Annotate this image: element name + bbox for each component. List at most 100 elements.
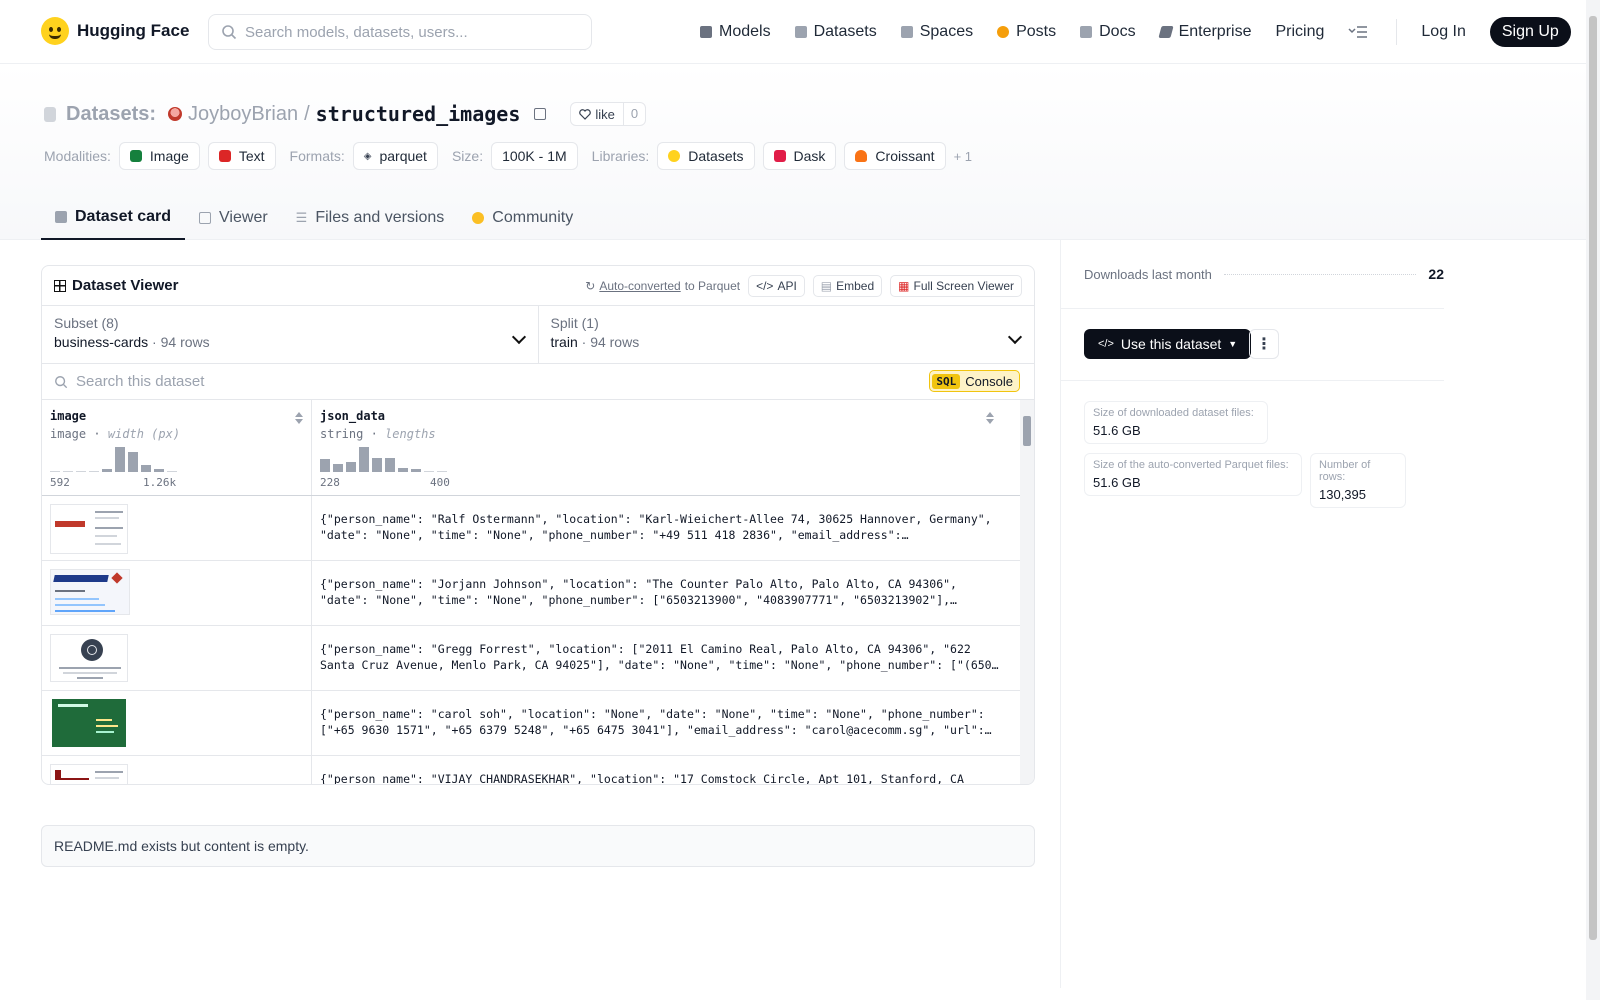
histogram-bar[interactable] xyxy=(411,469,421,472)
histogram-bar[interactable] xyxy=(128,452,138,472)
histogram-bar[interactable] xyxy=(154,469,164,472)
json-cell[interactable]: {"person_name": "VIJAY CHANDRASEKHAR", "… xyxy=(312,756,1016,784)
histogram-bar[interactable] xyxy=(89,471,99,472)
split-value: train · 94 rows xyxy=(550,334,640,350)
histogram-bar[interactable] xyxy=(141,465,151,472)
copy-icon[interactable] xyxy=(534,108,547,120)
brand-link[interactable]: Hugging Face xyxy=(41,17,189,45)
nav-models[interactable]: Models xyxy=(700,23,771,41)
tag-dask[interactable]: Dask xyxy=(762,142,837,170)
tab-files[interactable]: ☰ Files and versions xyxy=(282,195,459,240)
tab-community[interactable]: Community xyxy=(458,195,587,240)
business-card-thumbnail[interactable] xyxy=(52,699,126,747)
json-cell[interactable]: {"person_name": "Gregg Forrest", "locati… xyxy=(312,626,1016,690)
nav-enterprise[interactable]: Enterprise xyxy=(1157,23,1251,41)
posts-icon xyxy=(997,26,1010,38)
table-row[interactable]: {"person_name": "Jorjann Johnson", "loca… xyxy=(42,561,1034,626)
page-scrollbar[interactable] xyxy=(1586,0,1600,1000)
docs-icon xyxy=(1080,26,1093,38)
global-search[interactable] xyxy=(208,14,592,50)
histogram-bar[interactable] xyxy=(372,458,382,472)
tag-text[interactable]: Text xyxy=(207,142,276,170)
sql-console-button[interactable]: SQL Console xyxy=(929,370,1020,392)
tag-image[interactable]: Image xyxy=(118,142,200,170)
image-cell[interactable] xyxy=(42,756,312,784)
tab-viewer[interactable]: Viewer xyxy=(185,195,282,240)
column-header-image[interactable]: image image · width (px) 592 1.26k xyxy=(42,400,312,495)
breadcrumb-section[interactable]: Datasets: xyxy=(66,103,156,126)
image-cell[interactable] xyxy=(42,561,312,625)
more-libraries[interactable]: + 1 xyxy=(954,149,972,164)
sidebar-divider xyxy=(1060,380,1444,381)
histogram-bar[interactable] xyxy=(115,447,125,472)
api-button[interactable]: </> API xyxy=(748,275,805,297)
table-icon xyxy=(199,211,212,224)
table-row[interactable]: {"person_name": "Ralf Ostermann", "locat… xyxy=(42,496,1034,561)
nav-more-menu[interactable] xyxy=(1348,25,1368,39)
table-scrollbar[interactable] xyxy=(1020,400,1034,784)
like-button[interactable]: like xyxy=(571,107,623,122)
histogram-bar[interactable] xyxy=(385,458,395,472)
embed-label: Embed xyxy=(836,279,875,293)
auto-converted-link[interactable]: Auto-converted xyxy=(599,279,680,293)
business-card-thumbnail[interactable] xyxy=(50,764,128,784)
tag-datasets-lib[interactable]: Datasets xyxy=(657,142,755,170)
nav-pricing[interactable]: Pricing xyxy=(1275,23,1324,41)
split-select[interactable]: Split (1) train · 94 rows xyxy=(537,306,1035,363)
nav-docs[interactable]: Docs xyxy=(1080,23,1136,41)
tag-size[interactable]: 100K - 1M xyxy=(491,142,578,170)
fullscreen-viewer-button[interactable]: ▦ Full Screen Viewer xyxy=(890,275,1022,297)
histogram-bar[interactable] xyxy=(76,471,86,472)
dataset-viewer: Dataset Viewer ↻ Auto-converted to Parquet… xyxy=(41,265,1035,785)
histogram-bar[interactable] xyxy=(346,462,356,472)
nav-spaces[interactable]: Spaces xyxy=(900,23,973,41)
subset-select[interactable]: Subset (8) business-cards · 94 rows xyxy=(42,306,538,363)
business-card-thumbnail[interactable] xyxy=(50,634,128,682)
table-row[interactable]: {"person_name": "carol soh", "location":… xyxy=(42,691,1034,756)
histogram-bar[interactable] xyxy=(333,464,343,472)
business-card-thumbnail[interactable] xyxy=(50,569,130,615)
histogram-bar[interactable] xyxy=(359,447,369,472)
breadcrumb-owner[interactable]: JoyboyBrian xyxy=(188,103,298,126)
signup-button[interactable]: Sign Up xyxy=(1489,17,1571,47)
sort-icon[interactable] xyxy=(295,412,303,424)
breadcrumb-separator: / xyxy=(304,102,310,125)
tab-dataset-card[interactable]: Dataset card xyxy=(41,195,186,240)
column-header-json-data[interactable]: json_data string · lengths 228 400 xyxy=(312,400,1016,495)
more-options-button[interactable]: ⋮ xyxy=(1249,329,1279,359)
histogram-bar[interactable] xyxy=(50,471,60,472)
histogram-bar[interactable] xyxy=(320,459,330,472)
like-count[interactable]: 0 xyxy=(622,103,645,125)
stat-label: Size of the auto-converted Parquet files… xyxy=(1093,459,1289,471)
dataset-search-input[interactable] xyxy=(76,373,396,390)
image-cell[interactable] xyxy=(42,496,312,560)
histogram-bar[interactable] xyxy=(167,471,177,472)
tag-parquet[interactable]: ◈ parquet xyxy=(352,142,438,170)
image-cell[interactable] xyxy=(42,626,312,690)
dataset-search[interactable]: SQLConsole xyxy=(42,364,1034,400)
json-cell[interactable]: {"person_name": "Ralf Ostermann", "locat… xyxy=(312,496,1016,560)
histogram-bar[interactable] xyxy=(102,469,112,472)
nav-posts[interactable]: Posts xyxy=(997,23,1056,41)
json-cell[interactable]: {"person_name": "carol soh", "location":… xyxy=(312,691,1016,755)
table-row[interactable]: {"person_name": "VIJAY CHANDRASEKHAR", "… xyxy=(42,756,1034,784)
tab-label: Community xyxy=(492,208,574,226)
global-search-input[interactable] xyxy=(245,23,565,41)
histogram-bar[interactable] xyxy=(424,471,434,472)
table-row[interactable]: {"person_name": "Gregg Forrest", "locati… xyxy=(42,626,1034,691)
stat-label: Size of downloaded dataset files: xyxy=(1093,407,1254,419)
embed-button[interactable]: ▤ Embed xyxy=(812,275,883,297)
nav-datasets[interactable]: Datasets xyxy=(794,23,877,41)
histogram-bar[interactable] xyxy=(437,471,447,472)
repo-name[interactable]: structured_images xyxy=(316,102,521,126)
use-this-dataset-button[interactable]: </> Use this dataset ▼ xyxy=(1084,329,1252,359)
business-card-thumbnail[interactable] xyxy=(50,504,128,554)
tag-croissant[interactable]: Croissant xyxy=(844,142,946,170)
login-link[interactable]: Log In xyxy=(1421,23,1465,41)
downloads-value: 22 xyxy=(1428,266,1444,282)
sort-icon[interactable] xyxy=(986,412,994,424)
json-cell[interactable]: {"person_name": "Jorjann Johnson", "loca… xyxy=(312,561,1016,625)
histogram-bar[interactable] xyxy=(63,471,73,472)
histogram-bar[interactable] xyxy=(398,468,408,472)
image-cell[interactable] xyxy=(42,691,312,755)
